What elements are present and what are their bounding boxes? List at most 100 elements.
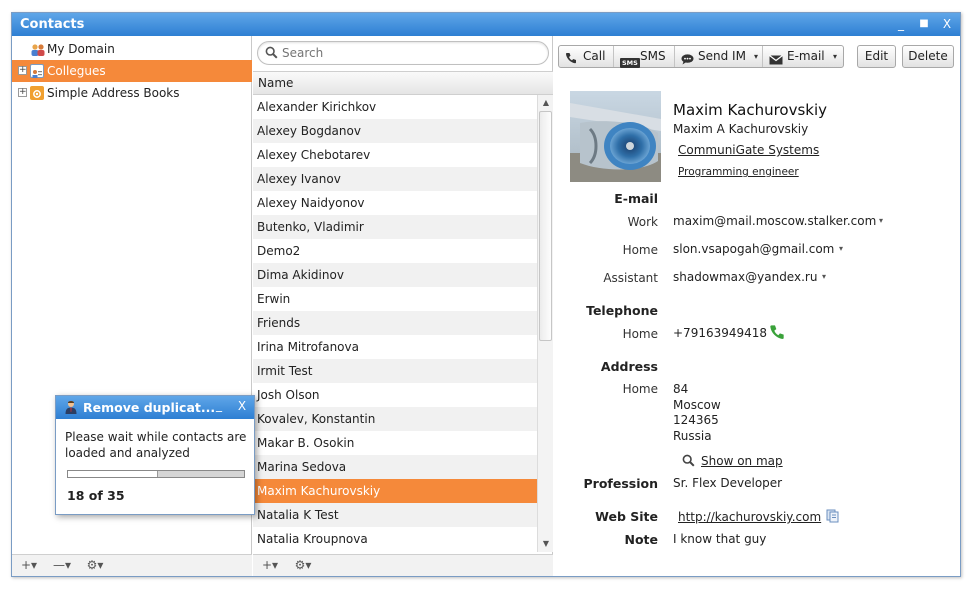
search-box[interactable]: [257, 41, 549, 65]
email-section-heading: E-mail: [614, 191, 658, 206]
contact-row[interactable]: Natalia Kroupnova: [253, 527, 537, 551]
delete-button[interactable]: Delete: [902, 45, 954, 68]
show-on-map-link[interactable]: Show on map: [701, 454, 783, 468]
address-book-icon: [30, 86, 44, 100]
tree-item-simple-address-books[interactable]: + Simple Address Books: [12, 82, 252, 104]
contact-row[interactable]: Friends: [253, 311, 537, 335]
copy-icon[interactable]: [826, 509, 840, 526]
edit-button[interactable]: Edit: [857, 45, 896, 68]
remove-book-button[interactable]: —▾: [48, 557, 76, 574]
address-line-2: Moscow: [673, 398, 721, 412]
email-label-work: Work: [627, 215, 658, 229]
contact-row[interactable]: Demo2: [253, 239, 537, 263]
tree-item-label: Collegues: [47, 64, 106, 78]
chevron-down-icon[interactable]: ▾: [839, 244, 843, 253]
sms-button[interactable]: SMS SMS: [614, 46, 675, 68]
contact-row[interactable]: Maxim Kachurovskiy: [253, 479, 537, 503]
contact-row[interactable]: Josh Olson: [253, 383, 537, 407]
chevron-down-icon: ▾: [833, 52, 838, 61]
dialog-titlebar[interactable]: Remove duplicat... _ X: [56, 396, 254, 419]
sms-icon: SMS: [620, 58, 640, 68]
contact-full-name: Maxim A Kachurovskiy: [673, 122, 809, 136]
email-label-home: Home: [622, 243, 658, 257]
contact-row[interactable]: Erwin: [253, 287, 537, 311]
users-icon: [30, 42, 45, 56]
address-line-3: 124365: [673, 413, 719, 427]
chat-bubble-icon: [681, 51, 694, 72]
list-bottom-toolbar: +▾ ⚙▾: [253, 554, 553, 576]
send-im-button[interactable]: Send IM ▾: [675, 46, 763, 67]
address-line-1: 84: [673, 382, 689, 396]
contact-row[interactable]: Alexey Chebotarev: [253, 143, 537, 167]
website-link[interactable]: http://kachurovskiy.com: [678, 510, 821, 524]
tree-bottom-toolbar: +▾ —▾ ⚙▾: [12, 554, 252, 576]
email-value-assistant[interactable]: shadowmax@yandex.ru: [673, 270, 817, 284]
user-icon: [64, 400, 78, 418]
email-value-work[interactable]: maxim@mail.moscow.stalker.com: [673, 214, 876, 228]
tree-settings-button[interactable]: ⚙▾: [81, 557, 109, 574]
contact-row[interactable]: Irmit Test: [253, 359, 537, 383]
profession-value: Sr. Flex Developer: [673, 476, 783, 490]
dialog-close-button[interactable]: X: [234, 399, 250, 417]
expand-icon[interactable]: +: [18, 66, 27, 75]
contact-row[interactable]: Natalia K Test: [253, 503, 537, 527]
phone-icon: [565, 50, 577, 71]
company-link[interactable]: CommuniGate Systems: [678, 143, 819, 157]
contact-row[interactable]: Butenko, Vladimir: [253, 215, 537, 239]
email-value-home[interactable]: slon.vsapogah@gmail.com: [673, 242, 834, 256]
progress-count: 18 of 35: [67, 488, 125, 503]
minimize-button[interactable]: _: [892, 15, 910, 33]
note-heading: Note: [624, 532, 658, 547]
search-icon: [682, 454, 695, 470]
maximize-button[interactable]: ■: [915, 15, 933, 33]
phone-call-icon[interactable]: [769, 324, 785, 343]
window-title: Contacts: [20, 17, 85, 32]
tree-item-label: My Domain: [47, 42, 115, 56]
close-button[interactable]: X: [938, 15, 956, 33]
contacts-list-pane: Name Alexander KirichkovAlexey BogdanovA…: [253, 36, 553, 576]
address-label-home: Home: [622, 382, 658, 396]
email-button[interactable]: E-mail ▾: [763, 46, 844, 67]
chevron-down-icon[interactable]: ▾: [879, 216, 883, 225]
website-heading: Web Site: [595, 509, 658, 524]
email-label: E-mail: [787, 49, 825, 63]
contact-row[interactable]: Alexey Ivanov: [253, 167, 537, 191]
contact-list: Alexander Kirichkov Alexey Bogdanov Alexey…: [253, 95, 537, 551]
window-titlebar[interactable]: Contacts _ ■ X: [12, 13, 960, 36]
contact-row[interactable]: Kovalev, Konstantin: [253, 407, 537, 431]
contact-row[interactable]: Irina Mitrofanova: [253, 335, 537, 359]
contact-row[interactable]: Alexey Naidyonov: [253, 191, 537, 215]
scroll-up-icon[interactable]: ▲: [541, 98, 551, 108]
dialog-message: Please wait while contacts are loaded an…: [65, 430, 247, 460]
column-header-name[interactable]: Name: [253, 71, 553, 95]
add-book-button[interactable]: +▾: [15, 557, 43, 574]
column-header-label: Name: [258, 76, 294, 90]
tree-item-collegues[interactable]: + Collegues: [12, 60, 252, 82]
expand-icon[interactable]: +: [18, 88, 27, 97]
communication-toolbar: Call SMS SMS Send IM ▾ E-mail ▾: [558, 45, 844, 68]
contact-row[interactable]: Alexey Bogdanov: [253, 119, 537, 143]
note-value: I know that guy: [673, 532, 767, 546]
list-settings-button[interactable]: ⚙▾: [289, 557, 317, 574]
address-card-icon: [30, 64, 44, 78]
contact-row[interactable]: Makar B. Osokin: [253, 431, 537, 455]
contact-row[interactable]: Alexander Kirichkov: [253, 95, 537, 119]
contact-row[interactable]: Marina Sedova: [253, 455, 537, 479]
call-button[interactable]: Call: [559, 46, 614, 67]
telephone-section-heading: Telephone: [586, 303, 658, 318]
call-label: Call: [583, 49, 606, 63]
job-title-link[interactable]: Programming engineer: [678, 166, 799, 178]
search-input[interactable]: [282, 45, 542, 61]
dialog-title: Remove duplicat...: [83, 400, 216, 415]
remove-duplicates-dialog: Remove duplicat... _ X Please wait while…: [55, 395, 255, 515]
profession-heading: Profession: [583, 476, 658, 491]
phone-value-home[interactable]: +79163949418: [673, 326, 767, 340]
contact-row[interactable]: Dima Akidinov: [253, 263, 537, 287]
chevron-down-icon[interactable]: ▾: [822, 272, 826, 281]
dialog-minimize-button[interactable]: _: [211, 398, 227, 416]
address-section-heading: Address: [600, 359, 658, 374]
tree-item-my-domain[interactable]: My Domain: [12, 38, 252, 60]
add-contact-button[interactable]: +▾: [256, 557, 284, 574]
progress-fill: [68, 471, 159, 477]
email-label-assistant: Assistant: [603, 271, 658, 285]
